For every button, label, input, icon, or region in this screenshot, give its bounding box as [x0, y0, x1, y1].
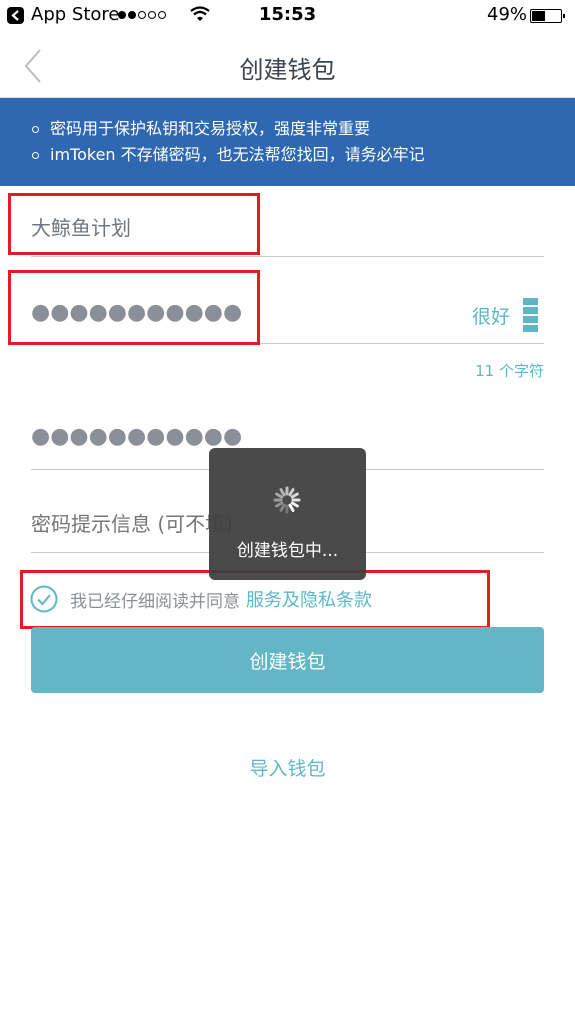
password-char-count: 11 个字符 [475, 362, 544, 380]
spinner-tick [288, 503, 295, 512]
checkbox-checked-icon[interactable] [30, 585, 58, 613]
spinner-tick [288, 488, 295, 497]
battery-icon [530, 9, 562, 23]
loading-text: 创建钱包中... [236, 541, 339, 561]
spinner-tick [290, 501, 299, 508]
battery-percent: 49% [487, 4, 528, 25]
info-banner: 密码用于保护私钥和交易授权，强度非常重要 imToken 不存储密码，也无法帮您… [0, 98, 575, 186]
nav-bar: 创建钱包 [0, 32, 575, 98]
spinner-tick [275, 492, 284, 499]
banner-item: imToken 不存储密码，也无法帮您找回，请务必牢记 [32, 142, 575, 168]
spinner-tick [279, 488, 286, 497]
loading-toast: 创建钱包中... [209, 448, 366, 580]
password-input[interactable]: ●●●●●●●●●●● [31, 300, 242, 325]
agree-text: 我已经仔细阅读并同意 [70, 591, 240, 612]
password-strength-label: 很好 [471, 306, 510, 328]
import-wallet-link[interactable]: 导入钱包 [0, 754, 575, 781]
spinner-tick [279, 503, 286, 512]
wallet-name-input[interactable] [31, 214, 431, 238]
password-field: ●●●●●●●●●●● 很好 [31, 272, 544, 344]
terms-link[interactable]: 服务及隐私条款 [246, 586, 372, 612]
spinner-icon [273, 486, 301, 514]
status-bar: App Store 15:53 49% [0, 0, 575, 32]
agree-row: 我已经仔细阅读并同意 服务及隐私条款 [30, 584, 372, 614]
password-strength-meter [523, 298, 538, 334]
wallet-name-field [31, 196, 544, 257]
create-wallet-button[interactable]: 创建钱包 [31, 627, 544, 693]
page-title: 创建钱包 [239, 56, 336, 84]
banner-item: 密码用于保护私钥和交易授权，强度非常重要 [32, 116, 575, 142]
spinner-tick [290, 492, 299, 499]
battery-level [532, 11, 546, 21]
confirm-password-input[interactable]: ●●●●●●●●●●● [31, 424, 242, 449]
battery-tip [563, 14, 565, 18]
spinner-tick [275, 501, 284, 508]
